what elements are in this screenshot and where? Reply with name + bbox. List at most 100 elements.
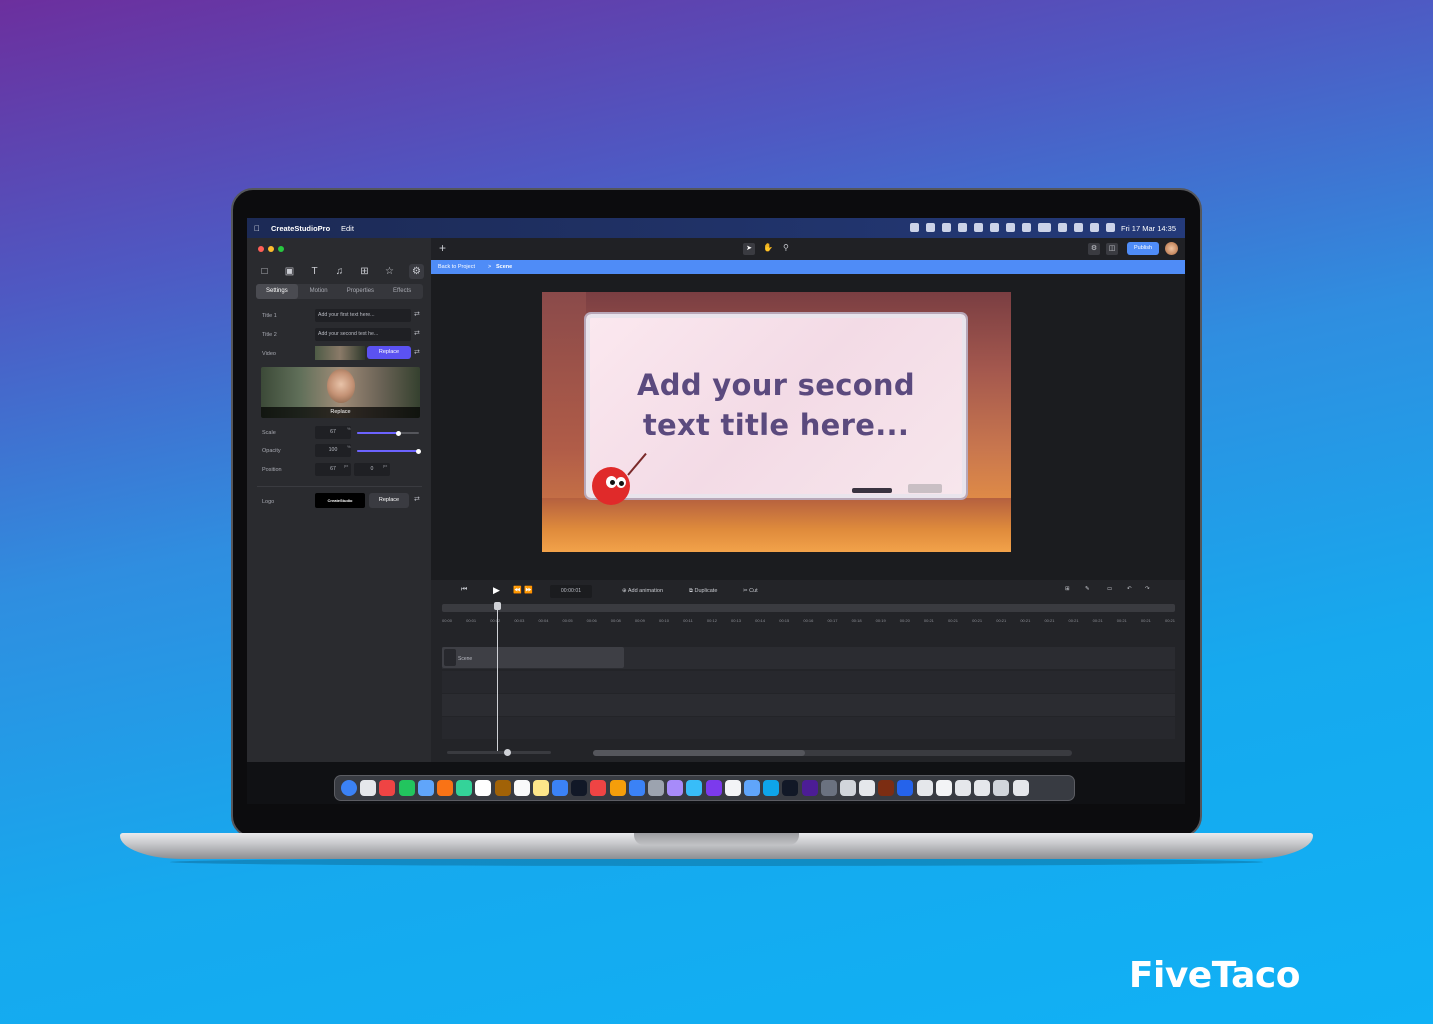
preview-title-line2[interactable]: text title here... — [590, 405, 962, 445]
tab-effects[interactable]: Effects — [381, 284, 423, 299]
horizontal-scrollbar[interactable] — [593, 750, 1072, 756]
save-icon[interactable]: ◫ — [1106, 243, 1118, 255]
scale-input[interactable]: 67 — [315, 426, 351, 439]
dock-app-icon[interactable] — [897, 780, 914, 796]
redo-icon[interactable]: ↷ — [1145, 586, 1150, 592]
dock-app-icon[interactable] — [475, 780, 492, 796]
cursor-icon[interactable]: ➤ — [743, 243, 755, 255]
dock-app-icon[interactable] — [628, 780, 645, 796]
wifi-icon[interactable] — [1058, 223, 1067, 232]
opacity-slider-handle[interactable] — [416, 448, 421, 454]
track-row[interactable] — [442, 717, 1175, 739]
scene-preview[interactable]: Add your second text title here... — [542, 292, 1011, 552]
edit-menu[interactable]: Edit — [341, 224, 354, 233]
opacity-input[interactable]: 100 — [315, 444, 351, 457]
title1-field[interactable]: Add your first text here... — [315, 309, 411, 322]
dock-app-icon[interactable] — [782, 780, 799, 796]
status-icon[interactable] — [942, 223, 951, 232]
dock-app-icon[interactable] — [705, 780, 722, 796]
gear-icon[interactable]: ⚙ — [409, 264, 424, 279]
swap-icon[interactable]: ⇄ — [414, 310, 420, 318]
elements-icon[interactable]: ⊞ — [359, 266, 370, 277]
dock-app-icon[interactable] — [648, 780, 664, 796]
status-icon[interactable] — [926, 223, 935, 232]
logo-replace-button[interactable]: Replace — [369, 493, 409, 508]
dock-app-icon[interactable] — [974, 780, 991, 796]
scale-slider[interactable] — [357, 430, 419, 436]
grid-icon[interactable]: ⊞ — [1065, 586, 1070, 592]
close-window-button[interactable] — [258, 246, 264, 252]
settings-icon[interactable]: ⚙ — [1088, 243, 1100, 255]
dock-app-icon[interactable] — [743, 780, 760, 796]
status-icon[interactable] — [1006, 223, 1015, 232]
search-icon[interactable] — [1074, 223, 1083, 232]
duplicate-button[interactable]: ⧉ Duplicate — [689, 588, 717, 595]
add-icon[interactable]: + — [439, 241, 446, 255]
music-icon[interactable]: ♫ — [334, 266, 345, 277]
dock-app-icon[interactable] — [513, 780, 530, 796]
media-icon[interactable]: ▣ — [284, 266, 295, 277]
brush-icon[interactable]: ✎ — [1085, 586, 1090, 592]
dock-app-icon[interactable] — [801, 780, 818, 796]
playhead[interactable] — [494, 602, 501, 752]
status-icon[interactable] — [958, 223, 967, 232]
dock-app-icon[interactable] — [494, 780, 511, 796]
zoom-icon[interactable]: ⚲ — [783, 243, 789, 252]
scene-clip[interactable]: Scene — [442, 647, 624, 668]
back-to-project-link[interactable]: Back to Project — [438, 264, 475, 270]
dock-app-icon[interactable] — [820, 780, 837, 796]
status-icon[interactable] — [1022, 223, 1031, 232]
dock-app-icon[interactable] — [590, 780, 607, 796]
dock-app-icon[interactable] — [456, 780, 473, 796]
dock-app-icon[interactable] — [667, 780, 684, 796]
dock-app-icon[interactable] — [532, 780, 549, 796]
rewind-icon[interactable]: ⏪ — [513, 586, 522, 594]
dock-app-icon[interactable] — [859, 780, 876, 796]
status-icon[interactable] — [910, 223, 919, 232]
video-preview[interactable]: Replace — [261, 367, 420, 418]
zoom-slider[interactable] — [447, 749, 551, 756]
dock-app-icon[interactable] — [379, 780, 396, 796]
control-center-icon[interactable] — [1090, 223, 1099, 232]
dock-app-icon[interactable] — [436, 780, 453, 796]
hand-icon[interactable]: ✋ — [763, 243, 773, 252]
dock-app-icon[interactable] — [686, 780, 703, 796]
dock-app-icon[interactable] — [552, 780, 569, 796]
clock[interactable]: Fri 17 Mar 14:35 — [1121, 224, 1176, 233]
battery-icon[interactable] — [1038, 223, 1051, 232]
apple-icon[interactable]:  — [254, 224, 260, 233]
video-replace-button[interactable]: Replace — [367, 346, 411, 359]
dock-app-icon[interactable] — [955, 780, 971, 796]
swap-icon[interactable]: ⇄ — [414, 329, 420, 337]
title2-field[interactable]: Add your second text he... — [315, 328, 411, 341]
tab-settings[interactable]: Settings — [256, 284, 298, 299]
dock-app-icon[interactable] — [763, 780, 780, 796]
dock-app-icon[interactable] — [878, 780, 895, 796]
siri-icon[interactable] — [1106, 223, 1115, 232]
status-icon[interactable] — [974, 223, 983, 232]
skip-back-icon[interactable]: ⏮ — [461, 586, 467, 594]
track-row[interactable] — [442, 671, 1175, 693]
dock-app-icon[interactable] — [916, 780, 933, 796]
app-name-menu[interactable]: CreateStudioPro — [271, 224, 330, 233]
text-icon[interactable]: T — [309, 266, 320, 277]
tab-properties[interactable]: Properties — [340, 284, 382, 299]
dock-app-icon[interactable] — [839, 780, 856, 796]
scale-slider-handle[interactable] — [395, 430, 401, 436]
dock-app-icon[interactable] — [935, 780, 952, 796]
video-overlay-replace[interactable]: Replace — [261, 407, 420, 418]
swap-icon[interactable]: ⇄ — [414, 495, 420, 503]
dock-app-icon[interactable] — [571, 780, 588, 796]
dock-app-icon[interactable] — [360, 780, 377, 796]
dock-app-icon[interactable] — [417, 780, 434, 796]
time-display[interactable]: 00:00:01 — [550, 585, 592, 598]
preview-title-line1[interactable]: Add your second — [590, 365, 962, 405]
tab-motion[interactable]: Motion — [298, 284, 340, 299]
scrollbar-thumb[interactable] — [593, 750, 805, 756]
add-animation-button[interactable]: ⊕ Add animation — [622, 588, 663, 594]
zoom-window-button[interactable] — [278, 246, 284, 252]
avatar[interactable] — [1165, 242, 1178, 255]
playhead-handle[interactable] — [494, 602, 501, 610]
dock-app-icon[interactable] — [609, 780, 626, 796]
play-icon[interactable]: ▶ — [493, 585, 500, 596]
